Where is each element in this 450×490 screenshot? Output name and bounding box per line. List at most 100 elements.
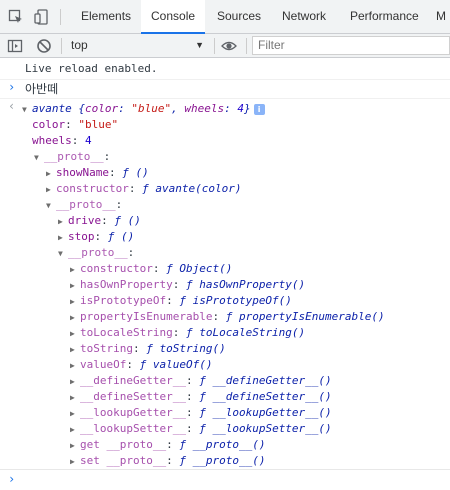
tab-performance[interactable]: Performance (340, 0, 429, 33)
tree-row[interactable]: ▶ valueOf: ƒ valueOf() (70, 357, 212, 373)
message-divider (0, 79, 450, 80)
property-value: ƒ toString() (146, 342, 226, 355)
property-key: wheels (32, 134, 72, 147)
property-value: ƒ valueOf() (139, 358, 213, 371)
collapse-triangle-icon[interactable]: ▼ (58, 246, 68, 262)
expand-triangle-icon[interactable]: ▶ (70, 326, 80, 342)
expand-triangle-icon[interactable]: ▶ (58, 230, 68, 246)
message-divider (0, 98, 450, 99)
info-icon[interactable]: i (253, 103, 265, 115)
property-key: toString (80, 342, 133, 355)
property-value: ƒ isPrototypeOf() (179, 294, 292, 307)
property-separator: : (185, 422, 200, 435)
expand-triangle-icon[interactable]: ▶ (70, 294, 80, 310)
tree-row[interactable]: ▶ showName: ƒ () (46, 165, 149, 181)
expand-triangle-icon[interactable]: ▶ (70, 262, 80, 278)
property-key: propertyIsEnumerable (80, 310, 213, 323)
tab-separator (60, 9, 61, 25)
live-reload-message: Live reload enabled. (25, 62, 158, 75)
property-key: color (32, 118, 66, 131)
property-value: ƒ Object() (166, 262, 233, 275)
object-summary[interactable]: ▼ avante {color: "blue", wheels: 4} i (22, 101, 265, 117)
tree-row[interactable]: ▶ get __proto__: ƒ __proto__() (70, 437, 265, 453)
tree-row[interactable]: ▶ __lookupGetter__: ƒ __lookupGetter__() (70, 405, 332, 421)
property-value: ƒ __defineSetter__() (199, 390, 332, 403)
tree-row[interactable]: ▶ drive: ƒ () (58, 213, 141, 229)
property-value: ƒ __proto__() (179, 438, 266, 451)
tree-row[interactable]: ▶ propertyIsEnumerable: ƒ propertyIsEnume… (70, 309, 385, 325)
expand-triangle-icon[interactable]: ▶ (70, 454, 80, 470)
property-separator: : (212, 310, 226, 323)
expand-triangle-icon[interactable]: ▶ (70, 342, 80, 358)
expand-triangle-icon[interactable]: ▶ (70, 310, 80, 326)
property-separator: : (185, 390, 200, 403)
message-divider (0, 469, 450, 470)
expand-triangle-icon[interactable]: ▶ (46, 182, 56, 198)
expand-triangle-icon[interactable]: ▶ (70, 406, 80, 422)
tab-console[interactable]: Console (141, 0, 206, 34)
tree-row[interactable]: ▶ set __proto__: ƒ __proto__() (70, 453, 265, 469)
tab-sources[interactable]: Sources (207, 0, 271, 33)
property-value: ƒ avante(color) (142, 182, 242, 195)
expand-triangle-icon[interactable]: ▶ (70, 438, 80, 454)
summary-key: wheels (184, 102, 225, 115)
collapse-triangle-icon[interactable]: ▼ (34, 150, 44, 166)
expand-triangle-icon[interactable]: ▶ (70, 278, 80, 294)
console-prompt-icon[interactable]: › (8, 472, 15, 486)
property-separator: : (103, 150, 111, 163)
tree-row[interactable]: ▼ __proto__: (46, 197, 122, 213)
property-key: __defineGetter__ (80, 374, 186, 387)
tree-row[interactable]: ▶ isPrototypeOf: ƒ isPrototypeOf() (70, 293, 292, 309)
device-toolbar-icon[interactable] (34, 9, 50, 25)
inspect-icon[interactable] (8, 9, 24, 25)
console-input-echo: 아반떼 (25, 82, 59, 96)
tree-row[interactable]: ▶ hasOwnProperty: ƒ hasOwnProperty() (70, 277, 305, 293)
property-separator: : (172, 278, 186, 291)
tree-row[interactable]: ▶ constructor: ƒ avante(color) (46, 181, 241, 197)
expand-triangle-icon[interactable]: ▼ (22, 102, 32, 118)
eye-icon[interactable] (221, 38, 237, 54)
property-separator: : (94, 230, 108, 243)
property-separator: : (108, 166, 123, 179)
property-separator: : (128, 182, 143, 195)
property-value: ƒ __proto__() (179, 454, 266, 467)
expand-triangle-icon[interactable]: ▶ (58, 214, 68, 230)
property-key: __lookupSetter__ (80, 422, 186, 435)
summary-value: 4 (237, 102, 244, 115)
property-separator: : (65, 118, 79, 131)
tab-memory[interactable]: M (432, 0, 450, 33)
context-selector[interactable]: top ▼ (66, 37, 210, 54)
tree-row[interactable]: ▶ stop: ƒ () (58, 229, 134, 245)
property-key: __proto__ (68, 246, 128, 259)
summary-value: "blue" (131, 102, 172, 115)
expand-triangle-icon[interactable]: ▶ (70, 390, 80, 406)
tab-network[interactable]: Network (272, 0, 336, 33)
property-separator: : (152, 262, 167, 275)
context-selector-label: top (71, 38, 88, 52)
clear-console-icon[interactable] (36, 38, 52, 54)
tree-row[interactable]: ▼ __proto__: (34, 149, 110, 165)
property-key: isPrototypeOf (80, 294, 167, 307)
devtools-tabbar: Elements Console Sources Network Perform… (0, 0, 450, 34)
tree-row[interactable]: ▶ toString: ƒ toString() (70, 341, 226, 357)
sidebar-toggle-icon[interactable] (7, 38, 23, 54)
collapse-triangle-icon[interactable]: ▼ (46, 198, 56, 214)
property-value: 4 (85, 134, 92, 147)
expand-triangle-icon[interactable]: ▶ (70, 358, 80, 374)
expand-triangle-icon[interactable]: ▶ (70, 422, 80, 438)
expand-triangle-icon[interactable]: ▶ (70, 374, 80, 390)
tree-row[interactable]: ▼ __proto__: (58, 245, 134, 261)
property-key: set __proto__ (80, 454, 167, 467)
tree-row[interactable]: ▶ __defineSetter__: ƒ __defineSetter__() (70, 389, 332, 405)
tree-row[interactable]: ▶ constructor: ƒ Object() (70, 261, 232, 277)
expand-triangle-icon[interactable]: ▶ (46, 166, 56, 182)
tree-row[interactable]: ▶ __defineGetter__: ƒ __defineGetter__() (70, 373, 332, 389)
toolbar-separator (246, 38, 247, 54)
chevron-down-icon: ▼ (195, 40, 204, 50)
tree-row[interactable]: ▶ __lookupSetter__: ƒ __lookupSetter__() (70, 421, 332, 437)
filter-input[interactable]: Filter (252, 36, 450, 55)
tab-elements[interactable]: Elements (71, 0, 141, 33)
property-separator: : (115, 198, 123, 211)
summary-key: color (85, 102, 119, 115)
tree-row[interactable]: ▶ toLocaleString: ƒ toLocaleString() (70, 325, 305, 341)
